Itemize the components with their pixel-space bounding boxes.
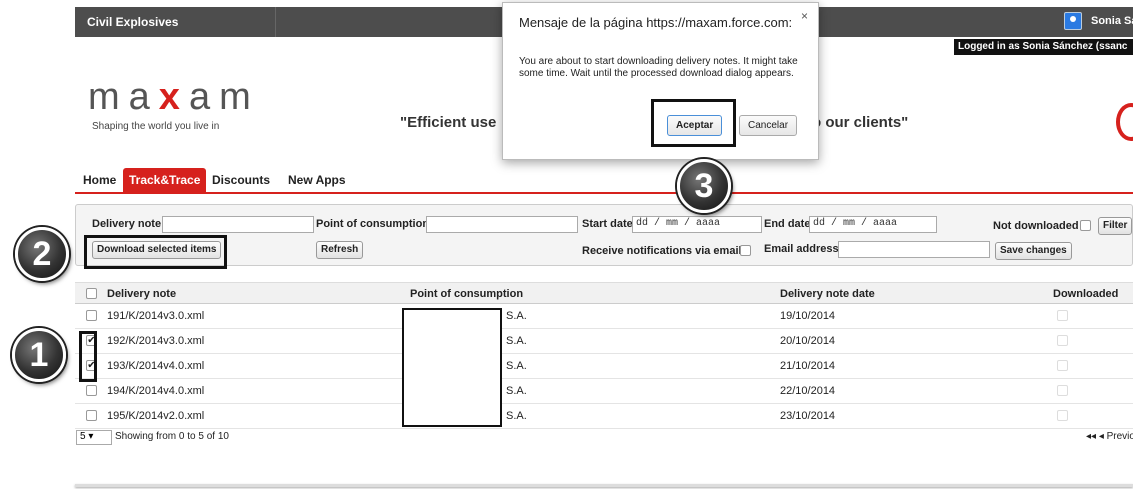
brand-mark-icon <box>1116 103 1133 141</box>
user-avatar-icon[interactable] <box>1064 12 1082 30</box>
maxam-logo: maxam <box>88 78 260 116</box>
point-cell: S.A. <box>506 385 527 397</box>
footer-divider <box>75 484 1133 487</box>
logo-letter: a <box>188 76 220 118</box>
page-size-value: 5 <box>80 431 86 442</box>
tagline: Shaping the world you live in <box>92 121 220 132</box>
dialog-title: Mensaje de la página https://maxam.force… <box>519 15 793 30</box>
logged-in-status: Logged in as Sonia Sánchez (ssanc <box>954 39 1133 55</box>
table-row[interactable]: 195/K/2014v2.0.xml S.A. 23/10/2014 <box>75 404 1133 429</box>
close-icon[interactable]: × <box>801 9 808 23</box>
start-date-input[interactable]: dd / mm / aaaa <box>632 216 762 233</box>
not-downloaded-label: Not downloaded <box>993 220 1079 232</box>
refresh-button[interactable]: Refresh <box>316 241 364 259</box>
start-date-label: Start date <box>582 218 633 230</box>
pager-previous[interactable]: ◂◂ ◂ Previo <box>1086 431 1133 442</box>
dialog-message: You are about to start downloading deliv… <box>519 56 798 79</box>
delivery-note-cell: 192/K/2014v3.0.xml <box>107 335 205 347</box>
logo-letter: m <box>219 76 260 118</box>
save-changes-button[interactable]: Save changes <box>995 242 1072 260</box>
col-downloaded[interactable]: Downloaded <box>1053 288 1118 300</box>
page: Civil Explosives Sonia Sá Logged in as S… <box>0 0 1133 489</box>
date-cell: 19/10/2014 <box>780 310 836 322</box>
nav-track-trace[interactable]: Track&Trace <box>123 168 207 192</box>
downloaded-checkbox <box>1057 385 1068 396</box>
end-date-input[interactable]: dd / mm / aaaa <box>809 216 937 233</box>
row-checkbox[interactable] <box>86 310 97 321</box>
email-address-input[interactable] <box>838 241 990 258</box>
date-cell: 22/10/2014 <box>780 385 836 397</box>
cancel-button[interactable]: Cancelar <box>739 115 798 136</box>
point-cell: S.A. <box>506 360 527 372</box>
downloaded-checkbox <box>1057 360 1068 371</box>
highlight-frame-download <box>84 235 227 269</box>
nav-discounts[interactable]: Discounts <box>212 173 270 187</box>
row-checkbox[interactable] <box>86 385 97 396</box>
step-badge-1: 1 <box>12 328 66 382</box>
filter-button[interactable]: Filter <box>1098 217 1133 235</box>
slogan-right: o our clients" <box>812 114 909 131</box>
delivery-note-cell: 191/K/2014v3.0.xml <box>107 310 205 322</box>
logo-letter-x: x <box>158 76 189 118</box>
select-all-checkbox[interactable] <box>86 288 97 299</box>
table-row[interactable]: ✔ 193/K/2014v4.0.xml S.A. 21/10/2014 <box>75 354 1133 379</box>
point-cell: S.A. <box>506 310 527 322</box>
table-row[interactable]: ✔ 192/K/2014v3.0.xml S.A. 20/10/2014 <box>75 329 1133 354</box>
row-checkbox[interactable] <box>86 410 97 421</box>
redaction-box <box>402 308 502 427</box>
not-downloaded-checkbox[interactable] <box>1080 220 1091 231</box>
date-cell: 23/10/2014 <box>780 410 836 422</box>
col-point-of-consumption[interactable]: Point of consumption <box>410 288 523 300</box>
slogan-left: "Efficient use <box>400 114 497 131</box>
table-header: Delivery note Point of consumption Deliv… <box>75 282 1133 304</box>
delivery-note-input[interactable] <box>162 216 314 233</box>
delivery-note-label: Delivery note <box>92 218 162 230</box>
nav-new-apps[interactable]: New Apps <box>288 173 346 187</box>
point-cell: S.A. <box>506 335 527 347</box>
col-delivery-note-date[interactable]: Delivery note date <box>780 288 875 300</box>
step-badge-3: 3 <box>677 159 731 213</box>
nav-home[interactable]: Home <box>83 173 116 187</box>
filter-panel: Delivery note Point of consumption Start… <box>75 204 1133 266</box>
date-cell: 21/10/2014 <box>780 360 836 372</box>
pager-status: Showing from 0 to 5 of 10 <box>115 431 229 442</box>
downloaded-checkbox <box>1057 310 1068 321</box>
logo-letter: a <box>128 76 159 118</box>
page-size-select[interactable]: 5 ▾ <box>76 430 112 445</box>
point-cell: S.A. <box>506 410 527 422</box>
topbar-divider <box>275 7 276 37</box>
app-name[interactable]: Civil Explosives <box>87 15 178 29</box>
table-row[interactable]: 191/K/2014v3.0.xml S.A. 19/10/2014 <box>75 304 1133 329</box>
user-name[interactable]: Sonia Sá <box>1091 15 1133 27</box>
delivery-note-cell: 193/K/2014v4.0.xml <box>107 360 205 372</box>
date-cell: 20/10/2014 <box>780 335 836 347</box>
notify-email-checkbox[interactable] <box>740 245 751 256</box>
highlight-frame-checkboxes <box>79 331 97 382</box>
table-row[interactable]: 194/K/2014v4.0.xml S.A. 22/10/2014 <box>75 379 1133 404</box>
notify-email-label: Receive notifications via email <box>582 245 742 257</box>
col-delivery-note[interactable]: Delivery note <box>107 288 176 300</box>
delivery-note-cell: 194/K/2014v4.0.xml <box>107 385 205 397</box>
downloaded-checkbox <box>1057 410 1068 421</box>
highlight-frame-accept <box>651 99 736 147</box>
point-of-consumption-input[interactable] <box>426 216 578 233</box>
logo-letter: m <box>88 76 129 118</box>
point-of-consumption-label: Point of consumption <box>316 218 430 230</box>
email-address-label: Email address <box>764 243 839 255</box>
downloaded-checkbox <box>1057 335 1068 346</box>
delivery-note-cell: 195/K/2014v2.0.xml <box>107 410 205 422</box>
step-badge-2: 2 <box>15 227 69 281</box>
main-nav: Home Track&Trace Discounts New Apps <box>75 168 1133 194</box>
end-date-label: End date <box>764 218 811 230</box>
